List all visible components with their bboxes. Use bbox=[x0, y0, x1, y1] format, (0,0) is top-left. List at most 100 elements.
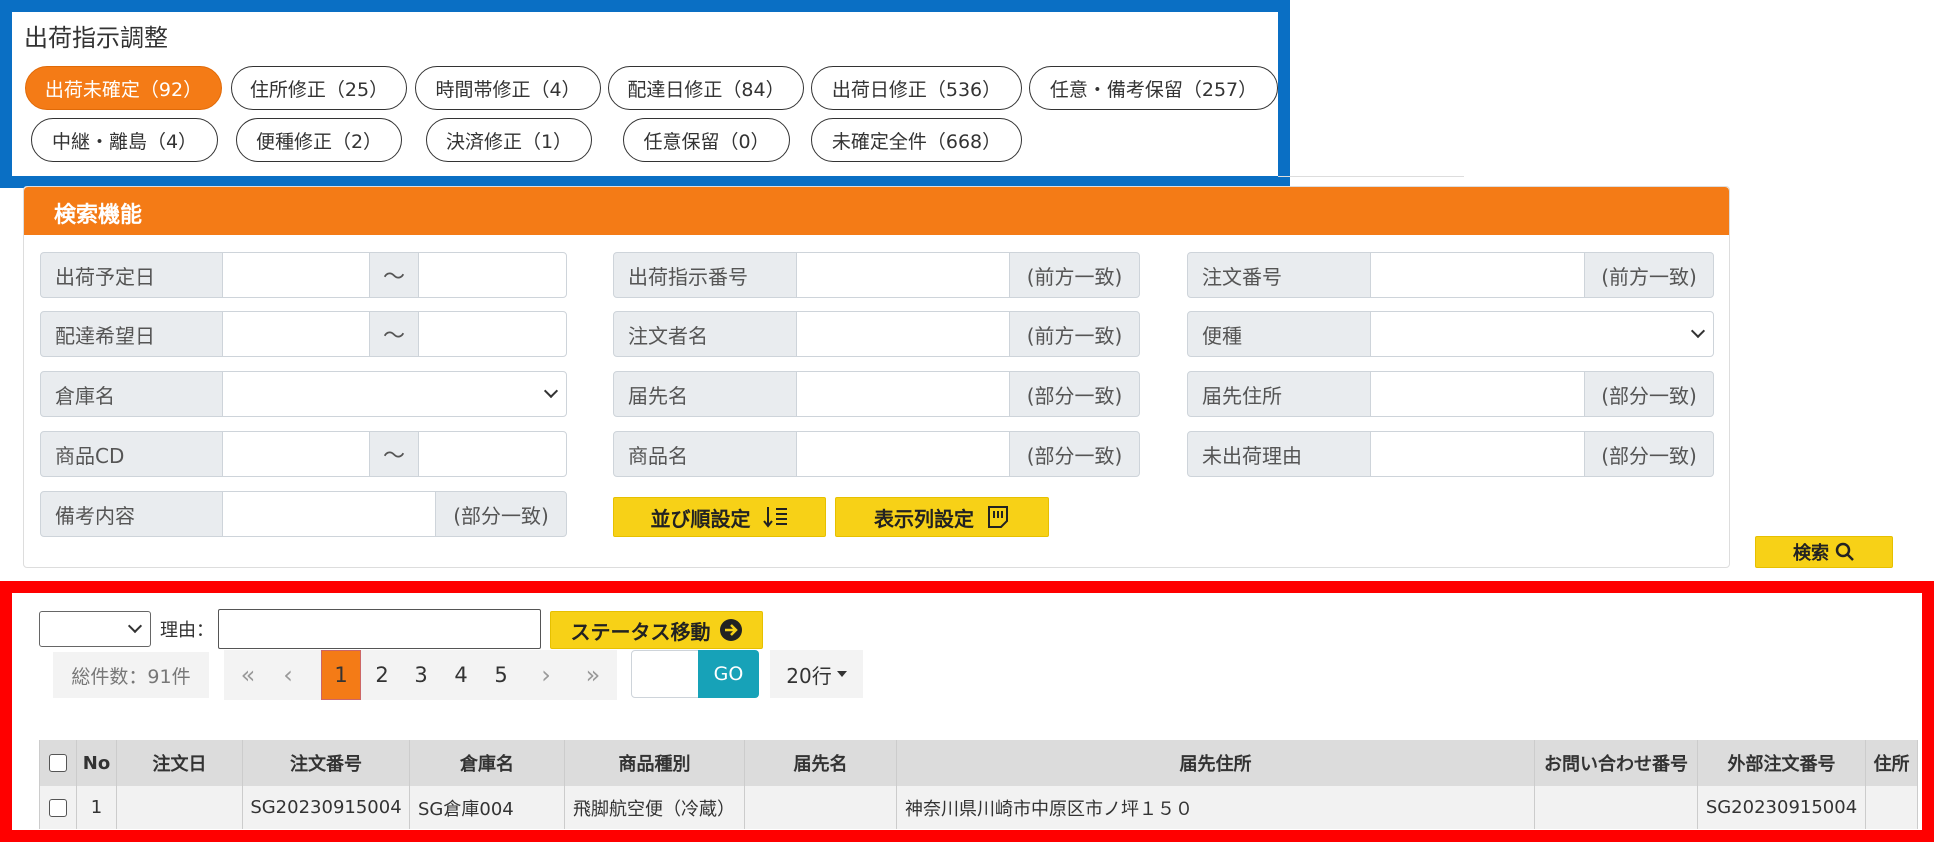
cell-recipient bbox=[745, 786, 897, 829]
status-move-label: ステータス移動 bbox=[570, 619, 711, 644]
column-header-address[interactable]: 届先住所 bbox=[897, 740, 1535, 786]
column-header-order-date[interactable]: 注文日 bbox=[117, 740, 243, 786]
unshipped-reason-match-type: (部分一致) bbox=[1584, 431, 1714, 477]
ship-instruction-no-input[interactable] bbox=[796, 252, 1010, 298]
memo-match-type: (部分一致) bbox=[435, 491, 567, 537]
delivery-date-range-separator: ～ bbox=[369, 311, 419, 357]
ship-date-from-input[interactable] bbox=[222, 252, 370, 298]
unshipped-reason-input[interactable] bbox=[1370, 431, 1585, 477]
filter-optional-memo-hold[interactable]: 任意・備考保留（257） bbox=[1029, 66, 1278, 110]
filter-optional-hold[interactable]: 任意保留（0） bbox=[623, 118, 790, 162]
column-header-no[interactable]: No bbox=[77, 740, 117, 786]
filter-delivery-date-fix[interactable]: 配達日修正（84） bbox=[608, 66, 804, 110]
filter-address-fix[interactable]: 住所修正（25） bbox=[231, 66, 407, 110]
status-move-button[interactable]: ステータス移動 bbox=[550, 611, 763, 649]
product-cd-from-input[interactable] bbox=[222, 431, 370, 477]
search-icon bbox=[1835, 542, 1855, 562]
last-page-button[interactable]: » bbox=[573, 650, 613, 700]
rows-per-page-value: 20行 bbox=[786, 663, 832, 688]
total-count: 総件数：91件 bbox=[53, 652, 209, 698]
next-page-button[interactable]: › bbox=[526, 650, 566, 700]
ship-date-to-input[interactable] bbox=[418, 252, 567, 298]
delivery-date-from-input[interactable] bbox=[222, 311, 370, 357]
search-header: 検索機能 bbox=[24, 187, 1729, 235]
select-all-checkbox[interactable] bbox=[49, 754, 67, 772]
search-button[interactable]: 検索 bbox=[1755, 536, 1893, 568]
filter-shipping-type-fix[interactable]: 便種修正（2） bbox=[236, 118, 402, 162]
filter-relay-island[interactable]: 中継・離島（4） bbox=[31, 118, 218, 162]
cell-product-type: 飛脚航空便（冷蔵） bbox=[565, 786, 745, 829]
filter-unconfirmed[interactable]: 出荷未確定（92） bbox=[25, 66, 222, 110]
row-checkbox[interactable] bbox=[49, 798, 67, 817]
page-3-button[interactable]: 3 bbox=[401, 650, 441, 700]
filter-payment-fix[interactable]: 決済修正（1） bbox=[426, 118, 592, 162]
recipient-address-input[interactable] bbox=[1370, 371, 1585, 417]
recipient-address-label: 届先住所 bbox=[1187, 371, 1371, 417]
reason-label: 理由： bbox=[160, 620, 214, 641]
cell-address: 神奈川県川崎市中原区市ノ坪１５０ bbox=[897, 786, 1535, 829]
pagination: « ‹ 1 2 3 4 5 › » bbox=[224, 650, 617, 700]
memo-input[interactable] bbox=[222, 491, 436, 537]
column-settings-icon bbox=[986, 505, 1010, 529]
warehouse-select[interactable] bbox=[222, 371, 567, 417]
filter-ship-date-fix[interactable]: 出荷日修正（536） bbox=[811, 66, 1022, 110]
cell-no: 1 bbox=[77, 786, 117, 829]
page-5-button[interactable]: 5 bbox=[481, 650, 521, 700]
cell-address-extra bbox=[1866, 786, 1918, 829]
first-page-button[interactable]: « bbox=[228, 650, 268, 700]
delivery-date-to-input[interactable] bbox=[418, 311, 567, 357]
column-header-warehouse[interactable]: 倉庫名 bbox=[410, 740, 565, 786]
shipping-type-label: 便種 bbox=[1187, 311, 1371, 357]
warehouse-label: 倉庫名 bbox=[40, 371, 223, 417]
filter-all-unconfirmed[interactable]: 未確定全件（668） bbox=[811, 118, 1022, 162]
recipient-name-match-type: (部分一致) bbox=[1009, 371, 1140, 417]
go-page-input[interactable] bbox=[631, 650, 699, 698]
column-header-recipient[interactable]: 届先名 bbox=[745, 740, 897, 786]
orderer-name-input[interactable] bbox=[796, 311, 1010, 357]
order-no-match-type: (前方一致) bbox=[1584, 252, 1714, 298]
product-cd-label: 商品CD bbox=[40, 431, 223, 477]
column-header-product-type[interactable]: 商品種別 bbox=[565, 740, 745, 786]
column-header-order-no[interactable]: 注文番号 bbox=[243, 740, 410, 786]
divider bbox=[1278, 176, 1464, 177]
select-all-cell bbox=[39, 740, 77, 786]
product-name-label: 商品名 bbox=[613, 431, 797, 477]
order-no-input[interactable] bbox=[1370, 252, 1585, 298]
page-4-button[interactable]: 4 bbox=[441, 650, 481, 700]
sort-settings-button[interactable]: 並び順設定 bbox=[613, 497, 826, 537]
column-header-address-extra[interactable]: 住所 bbox=[1866, 740, 1918, 786]
ship-date-label: 出荷予定日 bbox=[40, 252, 223, 298]
orderer-name-label: 注文者名 bbox=[613, 311, 797, 357]
cell-warehouse: SG倉庫004 bbox=[410, 786, 565, 829]
page-1-button[interactable]: 1 bbox=[321, 650, 361, 700]
product-cd-to-input[interactable] bbox=[418, 431, 567, 477]
reason-input[interactable] bbox=[218, 609, 541, 649]
status-select[interactable] bbox=[39, 611, 151, 647]
cell-order-date bbox=[117, 786, 243, 829]
search-title: 検索機能 bbox=[54, 203, 143, 228]
column-header-inquiry-no[interactable]: お問い合わせ番号 bbox=[1535, 740, 1698, 786]
memo-label: 備考内容 bbox=[40, 491, 223, 537]
chevron-down-icon bbox=[543, 383, 559, 399]
product-name-input[interactable] bbox=[796, 431, 1010, 477]
go-button[interactable]: GO bbox=[698, 650, 759, 698]
orderer-name-match-type: (前方一致) bbox=[1009, 311, 1140, 357]
sort-settings-label: 並び順設定 bbox=[650, 506, 751, 531]
product-name-match-type: (部分一致) bbox=[1009, 431, 1140, 477]
recipient-name-input[interactable] bbox=[796, 371, 1010, 417]
product-cd-range-separator: ～ bbox=[369, 431, 419, 477]
prev-page-button[interactable]: ‹ bbox=[268, 650, 308, 700]
shipping-type-select[interactable] bbox=[1370, 311, 1714, 357]
cell-external-order-no: SG20230915004 bbox=[1698, 786, 1866, 829]
ship-instruction-no-label: 出荷指示番号 bbox=[613, 252, 797, 298]
page-2-button[interactable]: 2 bbox=[362, 650, 402, 700]
cell-order-no[interactable]: SG20230915004 bbox=[243, 786, 410, 829]
column-settings-button[interactable]: 表示列設定 bbox=[835, 497, 1049, 537]
rows-per-page-select[interactable]: 20行 bbox=[770, 650, 863, 698]
recipient-name-label: 届先名 bbox=[613, 371, 797, 417]
cell-inquiry-no bbox=[1535, 786, 1698, 829]
column-header-external-order-no[interactable]: 外部注文番号 bbox=[1698, 740, 1866, 786]
filter-timeslot-fix[interactable]: 時間帯修正（4） bbox=[415, 66, 601, 110]
row-select-cell bbox=[39, 786, 77, 829]
ship-date-range-separator: ～ bbox=[369, 252, 419, 298]
